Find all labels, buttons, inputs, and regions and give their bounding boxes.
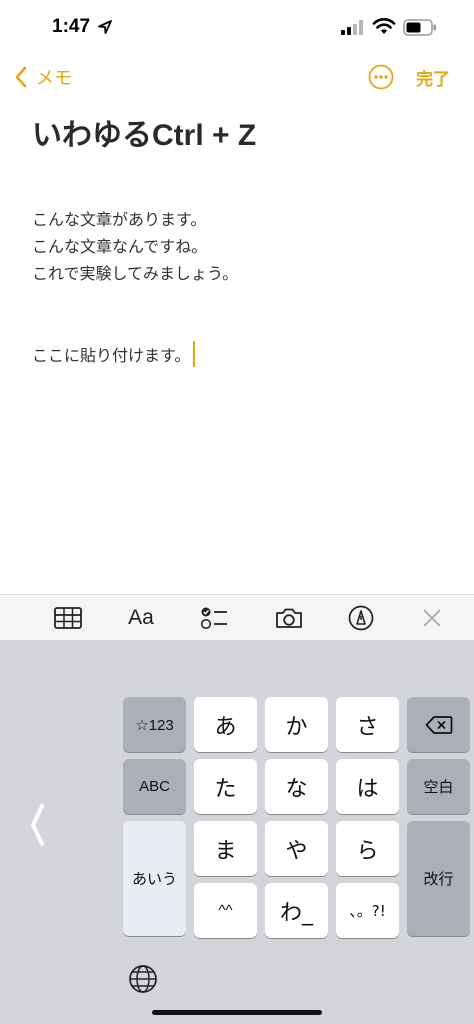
formatting-toolbar: Aa [0,594,474,640]
abc-key[interactable]: ABC [123,759,186,814]
kana-key-ra[interactable]: ら [336,821,399,876]
status-bar: 1:47 [0,0,474,54]
paste-line-text: ここに貼り付けます。 [32,346,191,365]
globe-icon[interactable] [127,963,159,995]
hiragana-key[interactable]: あいう [123,821,186,936]
battery-icon [403,19,436,36]
backspace-icon [425,715,452,734]
punctuation-key[interactable]: 、。?! [336,883,399,938]
return-key[interactable]: 改行 [407,821,470,936]
text-cursor [193,341,196,367]
note-title[interactable]: いわゆるCtrl + Z [32,110,256,154]
wifi-icon [372,18,396,34]
kana-key-a[interactable]: あ [194,697,257,752]
home-indicator [152,1010,322,1015]
note-body[interactable]: こんな文章があります。 こんな文章なんですね。 これで実験してみましょう。 [32,206,238,287]
japanese-kana-keyboard: ☆123 ABC あいう あ か さ た な は ま や ら ^^ わ_ 、。?… [0,640,474,1024]
note-line: こんな文章があります。 [32,210,207,229]
kana-key-sa[interactable]: さ [336,697,399,752]
emoticon-key[interactable]: ^^ [194,883,257,938]
note-paste-line[interactable]: ここに貼り付けます。 [32,341,196,367]
space-key[interactable]: 空白 [407,759,470,814]
note-line: これで実験してみましょう。 [32,264,239,283]
done-button[interactable]: 完了 [416,65,450,90]
kana-key-ta[interactable]: た [194,759,257,814]
chevron-left-icon[interactable] [28,802,46,848]
kana-key-na[interactable]: な [265,759,328,814]
text-format-button[interactable]: Aa [126,604,156,632]
back-button[interactable]: メモ [14,64,72,90]
table-icon[interactable] [53,604,83,632]
symbols-key[interactable]: ☆123 [123,697,186,752]
kana-key-ma[interactable]: ま [194,821,257,876]
close-icon[interactable] [417,604,447,632]
kana-key-ya[interactable]: や [265,821,328,876]
cellular-signal-icon [341,20,363,35]
note-line: こんな文章なんですね。 [32,237,208,256]
camera-icon[interactable] [274,604,304,632]
markup-pen-icon[interactable] [346,604,376,632]
kana-key-ka[interactable]: か [265,697,328,752]
checklist-icon[interactable] [199,604,229,632]
more-options-icon[interactable] [368,64,394,90]
status-time: 1:47 [52,16,91,37]
kana-key-ha[interactable]: は [336,759,399,814]
kana-key-wa[interactable]: わ_ [265,883,328,938]
back-label: メモ [36,68,72,89]
location-arrow-icon [98,20,112,34]
chevron-left-icon [15,66,27,88]
backspace-key[interactable] [407,697,470,752]
